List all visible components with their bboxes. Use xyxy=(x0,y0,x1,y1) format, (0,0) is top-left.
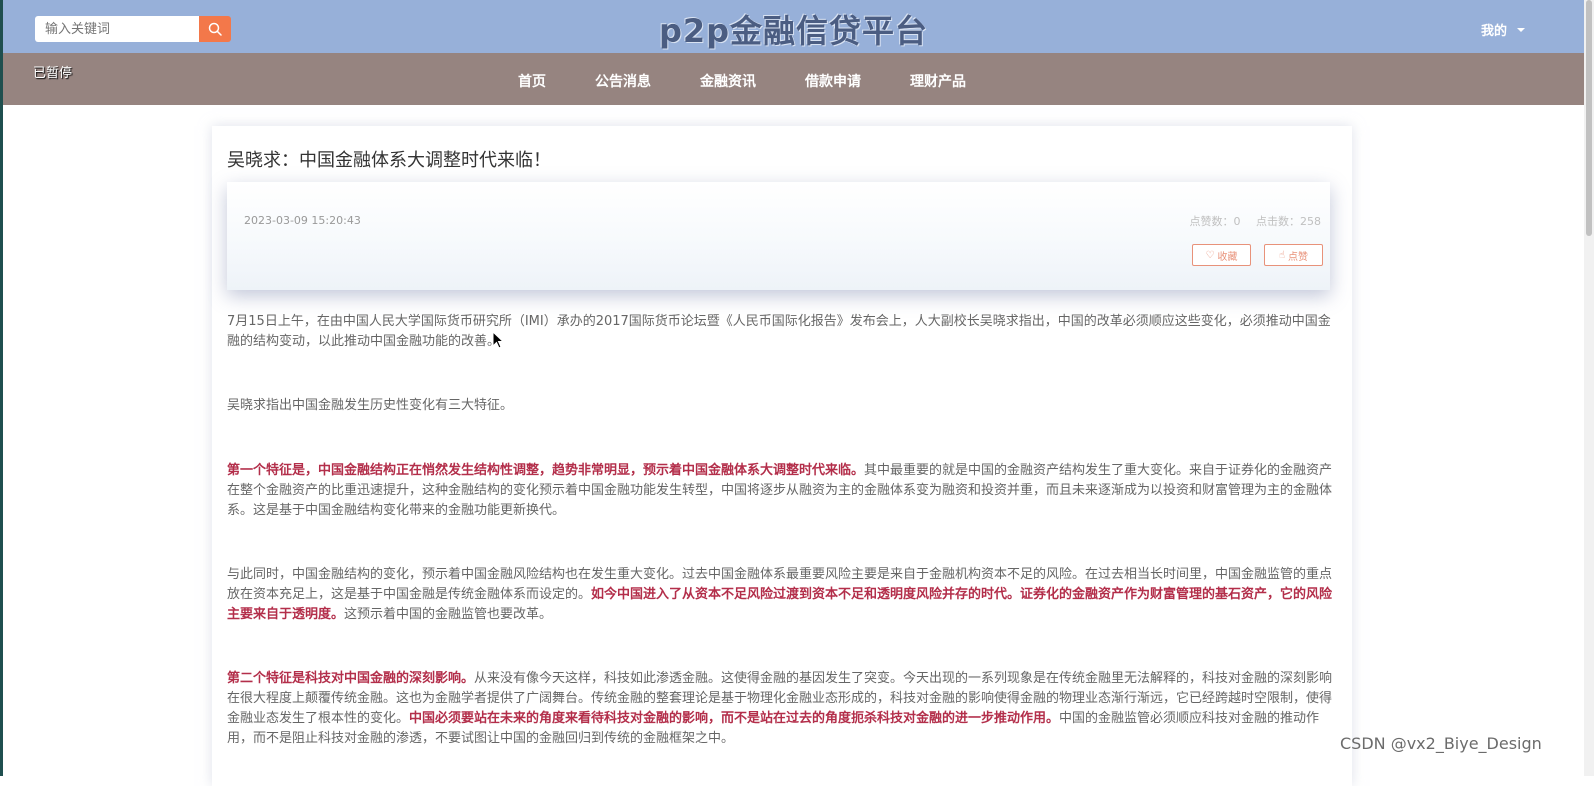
publish-date: 2023-03-09 15:20:43 xyxy=(244,214,361,227)
paragraph: 吴晓求指出中国金融发生历史性变化有三大特征。 xyxy=(227,396,513,416)
paragraph-text: 这预示着中国的金融监管也要改革。 xyxy=(344,607,553,622)
click-count: 点击数：258 xyxy=(1256,215,1321,228)
user-menu[interactable]: 我的 xyxy=(1481,20,1526,39)
watermark: CSDN @vx2_Biye_Design xyxy=(1340,734,1542,753)
nav-item-announcements[interactable]: 公告消息 xyxy=(595,71,651,91)
paragraph-text: 吴晓求指出中国金融发生历史性变化有三大特征。 xyxy=(227,398,514,413)
paragraph: 与此同时，中国金融结构的变化，预示着中国金融风险结构也在发生重大变化。过去中国金… xyxy=(227,565,1339,625)
top-header: p2p金融信贷平台 我的 xyxy=(3,0,1584,53)
collect-button[interactable]: ♡ 收藏 xyxy=(1192,244,1251,266)
thumbs-up-icon: ☝ xyxy=(1278,249,1286,261)
paragraph-highlight: 第二个特征是科技对中国金融的深刻影响。 xyxy=(227,671,475,686)
paragraph-highlight: 中国必须要站在未来的角度来看待科技对金融的影响，而不是站在过去的角度扼杀科技对金… xyxy=(409,711,1060,726)
scrollbar[interactable] xyxy=(1584,0,1594,776)
article-title: 吴晓求：中国金融体系大调整时代来临！ xyxy=(227,150,551,171)
like-button-label: 点赞 xyxy=(1288,251,1309,263)
collect-button-label: 收藏 xyxy=(1217,251,1238,263)
nav-item-wealth-products[interactable]: 理财产品 xyxy=(910,71,966,91)
paused-overlay: 已暂停 xyxy=(33,66,73,81)
paragraph: 7月15日上午，在由中国人民大学国际货币研究所（IMI）承办的2017国际货币论… xyxy=(227,312,1339,352)
article-card: 吴晓求：中国金融体系大调整时代来临！ 2023-03-09 15:20:43 点… xyxy=(212,126,1352,786)
article-meta: 2023-03-09 15:20:43 点赞数：0 点击数：258 ♡ 收藏 ☝… xyxy=(227,182,1330,290)
main-nav: 已暂停 首页 公告消息 金融资讯 借款申请 理财产品 xyxy=(3,53,1584,105)
like-button[interactable]: ☝ 点赞 xyxy=(1264,244,1323,266)
nav-item-finance-news[interactable]: 金融资讯 xyxy=(700,71,756,91)
like-count: 点赞数：0 xyxy=(1189,215,1241,228)
mouse-cursor-icon xyxy=(492,331,504,349)
paragraph: 第二个特征是科技对中国金融的深刻影响。从来没有像今天这样，科技如此渗透金融。这使… xyxy=(227,669,1339,749)
paragraph-highlight: 第一个特征是，中国金融结构正在悄然发生结构性调整，趋势非常明显，预示着中国金融体… xyxy=(227,463,865,478)
paragraph-text: 7月15日上午，在由中国人民大学国际货币研究所（IMI）承办的2017国际货币论… xyxy=(227,314,1331,349)
nav-item-home[interactable]: 首页 xyxy=(518,71,546,91)
heart-icon: ♡ xyxy=(1205,249,1215,261)
paragraph: 第一个特征是，中国金融结构正在悄然发生结构性调整，趋势非常明显，预示着中国金融体… xyxy=(227,461,1339,521)
chevron-down-icon xyxy=(1517,27,1526,32)
window-edge xyxy=(0,0,3,776)
article-stats: 点赞数：0 点击数：258 xyxy=(1178,213,1322,229)
user-menu-label: 我的 xyxy=(1481,24,1508,39)
nav-item-loan-application[interactable]: 借款申请 xyxy=(805,71,861,91)
site-title: p2p金融信贷平台 xyxy=(658,12,929,50)
scrollbar-thumb[interactable] xyxy=(1586,0,1592,236)
